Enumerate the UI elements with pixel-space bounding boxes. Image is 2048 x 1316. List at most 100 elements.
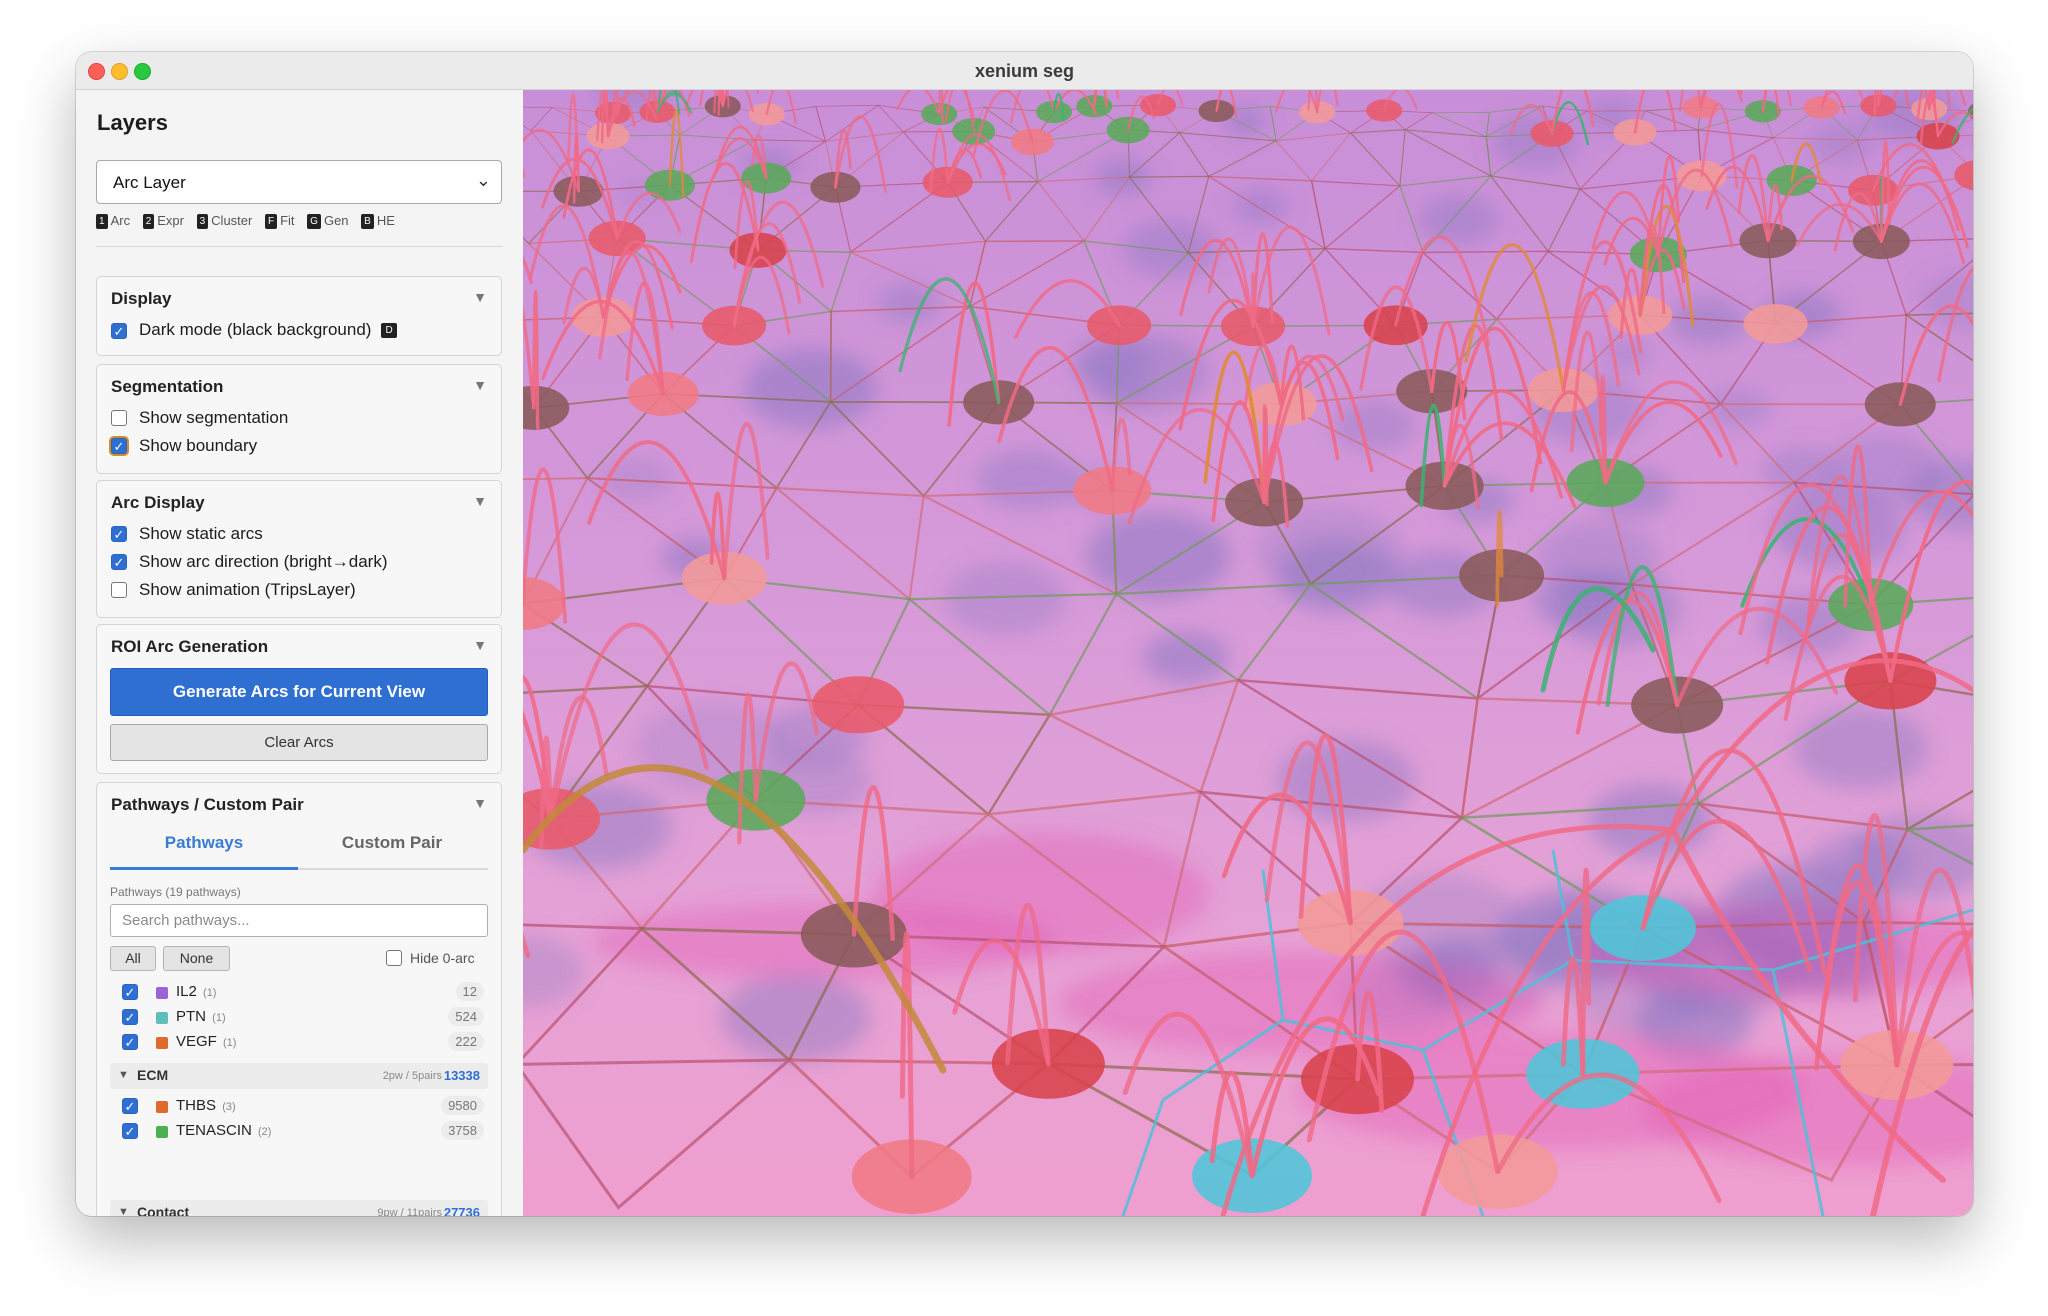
layer-select-value: Arc Layer <box>113 173 186 192</box>
collapse-triangle-icon[interactable]: ▼ <box>473 377 487 393</box>
layers-sidebar: Layers Arc Layer ⌄ 1 Arc 2 Expr 3 Cluster F… <box>76 90 523 1216</box>
list-item[interactable]: ✓ THBS (3) 9580 <box>110 1092 488 1120</box>
arc-count-badge: 524 <box>448 1007 484 1026</box>
collapse-triangle-icon[interactable]: ▼ <box>473 637 487 653</box>
search-pathways-input[interactable] <box>110 904 488 937</box>
nucleus-blob <box>1332 400 1416 451</box>
pathway-checkbox[interactable]: ✓ <box>122 1034 138 1050</box>
arc-display-panel: Arc Display ▼ ✓ Show static arcs ✓ Show … <box>96 480 502 618</box>
tissue-arc-canvas[interactable] <box>523 90 1973 1216</box>
shortcut-key: G <box>307 214 321 229</box>
expand-triangle-icon[interactable]: ▼ <box>118 1069 129 1081</box>
collapse-triangle-icon[interactable]: ▼ <box>473 493 487 509</box>
animation-checkbox[interactable] <box>111 582 127 598</box>
tab-pathways[interactable]: Pathways <box>110 833 298 853</box>
pair-count: (1) <box>212 1012 226 1024</box>
color-swatch <box>156 987 168 999</box>
group-stats: 9pw / 11pairs <box>377 1207 442 1216</box>
cell-centroid <box>812 676 905 734</box>
color-swatch <box>156 1126 168 1138</box>
shortcut-label: Fit <box>280 213 295 228</box>
pathways-count-label: Pathways (19 pathways) <box>110 885 241 899</box>
map-viewport[interactable] <box>523 90 1973 1216</box>
panel-title[interactable]: ROI Arc Generation <box>111 637 268 657</box>
select-all-button[interactable]: All <box>110 946 156 971</box>
color-swatch <box>156 1037 168 1049</box>
show-boundary-checkbox[interactable]: ✓ <box>111 438 127 454</box>
nucleus-blob <box>1086 513 1231 600</box>
arc-direction-checkbox[interactable]: ✓ <box>111 554 127 570</box>
pair-count: (3) <box>222 1101 236 1113</box>
group-name: ECM <box>137 1067 169 1083</box>
show-segmentation-checkbox[interactable] <box>111 410 127 426</box>
list-item[interactable]: ✓ IL2 (1) 12 <box>110 978 488 1006</box>
app-window: xenium seg Layers Arc Layer ⌄ 1 Arc 2 Expr… <box>76 52 1973 1216</box>
select-none-button[interactable]: None <box>163 946 230 971</box>
group-total: 13338 <box>443 1068 480 1083</box>
panel-title[interactable]: Display <box>111 289 171 309</box>
nucleus-blob <box>744 348 878 429</box>
arc-count-badge: 3758 <box>441 1121 484 1140</box>
pair-count: (1) <box>203 987 217 999</box>
segmentation-panel: Segmentation ▼ Show segmentation ✓ Show … <box>96 364 502 474</box>
shortcut-key: F <box>264 214 278 229</box>
sidebar-title: Layers <box>97 110 168 135</box>
clear-arcs-button[interactable]: Clear Arcs <box>110 724 488 761</box>
collapse-triangle-icon[interactable]: ▼ <box>473 795 487 811</box>
arc-count-badge: 222 <box>448 1032 484 1051</box>
nucleus-blob <box>1809 123 1873 162</box>
shortcut-key: B <box>361 214 374 229</box>
hide-zero-arc-label: Hide 0-arc <box>410 950 475 966</box>
animation-label: Show animation (TripsLayer) <box>139 580 356 599</box>
pathway-checkbox[interactable]: ✓ <box>122 1098 138 1114</box>
group-stats: 2pw / 5pairs <box>382 1070 442 1082</box>
group-header-ecm[interactable]: ▼ ECM 2pw / 5pairs 13338 <box>110 1063 488 1089</box>
pathway-name: THBS (3) <box>176 1097 236 1114</box>
shortcut-key: D <box>381 323 397 338</box>
static-arcs-checkbox[interactable]: ✓ <box>111 526 127 542</box>
hide-zero-arc-checkbox[interactable] <box>386 950 402 966</box>
title-bar: xenium seg <box>76 52 1973 90</box>
list-item[interactable]: ✓ PTN (1) 524 <box>110 1003 488 1031</box>
expand-triangle-icon[interactable]: ▼ <box>118 1206 129 1216</box>
panel-title[interactable]: Pathways / Custom Pair <box>111 795 304 815</box>
shortcut-key: 1 <box>96 214 108 229</box>
group-header-contact[interactable]: ▼ Contact 9pw / 11pairs 27736 <box>110 1200 488 1216</box>
cell-centroid <box>1743 303 1808 344</box>
dark-mode-checkbox[interactable]: ✓ <box>111 323 127 339</box>
nucleus-blob <box>1536 521 1659 596</box>
static-arcs-label: Show static arcs <box>139 524 263 543</box>
pathway-label: THBS <box>176 1097 217 1114</box>
show-segmentation-label: Show segmentation <box>139 408 289 427</box>
shortcut-label: Expr <box>157 213 184 228</box>
pathway-name: VEGF (1) <box>176 1033 236 1050</box>
panel-title[interactable]: Arc Display <box>111 493 205 513</box>
list-item[interactable]: ✓ TENASCIN (2) 3758 <box>110 1117 488 1145</box>
pathway-checkbox[interactable]: ✓ <box>122 1009 138 1025</box>
chevron-down-icon: ⌄ <box>475 170 491 190</box>
pathway-label: IL2 <box>176 983 197 1000</box>
pathway-label: PTN <box>176 1008 206 1025</box>
generate-arcs-button[interactable]: Generate Arcs for Current View <box>110 668 488 716</box>
layer-select[interactable]: Arc Layer ⌄ <box>96 160 502 204</box>
tab-custom-pair[interactable]: Custom Pair <box>298 833 486 853</box>
list-item[interactable]: ✓ VEGF (1) 222 <box>110 1028 488 1056</box>
nucleus-blob <box>1794 708 1929 790</box>
color-swatch <box>156 1101 168 1113</box>
pathway-checkbox[interactable]: ✓ <box>122 1123 138 1139</box>
arc-direction-label: Show arc direction (bright→dark) <box>139 552 388 571</box>
nucleus-blob <box>1418 195 1499 244</box>
arc-count-badge: 9580 <box>441 1096 484 1115</box>
collapse-triangle-icon[interactable]: ▼ <box>473 289 487 305</box>
pathway-name: PTN (1) <box>176 1008 226 1025</box>
panel-title[interactable]: Segmentation <box>111 377 223 397</box>
nucleus-blob <box>977 449 1079 510</box>
dark-mode-text: Dark mode (black background) <box>139 320 372 339</box>
divider <box>96 246 502 247</box>
shortcut-key: 3 <box>196 214 209 229</box>
shortcut-key: 2 <box>142 214 155 229</box>
pathway-name: TENASCIN (2) <box>176 1122 271 1139</box>
display-panel: Display ▼ ✓ Dark mode (black background)… <box>96 276 502 356</box>
pathway-checkbox[interactable]: ✓ <box>122 984 138 1000</box>
pathways-panel: Pathways / Custom Pair ▼ Pathways Custom… <box>96 782 502 1216</box>
